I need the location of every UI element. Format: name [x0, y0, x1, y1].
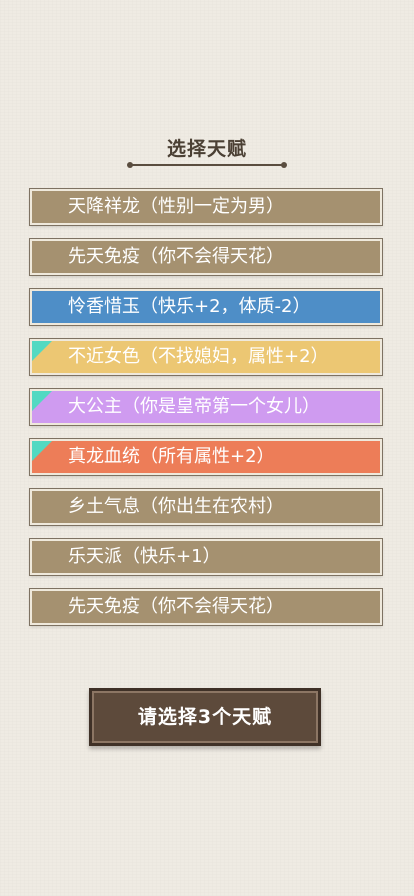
talent-label: 乐天派（快乐+1） [68, 546, 221, 567]
rarity-corner-icon [32, 341, 52, 361]
talent-label: 怜香惜玉（快乐+2，体质-2） [68, 296, 311, 317]
talent-list: 天降祥龙（性别一定为男） 先天免疫（你不会得天花） 怜香惜玉（快乐+2，体质-2… [29, 188, 383, 639]
talent-label: 先天免疫（你不会得天花） [68, 246, 284, 267]
talent-option-1[interactable]: 天降祥龙（性别一定为男） [29, 188, 383, 226]
talent-label: 大公主（你是皇帝第一个女儿） [68, 396, 320, 417]
talent-label: 不近女色（不找媳妇，属性+2） [68, 346, 329, 367]
talent-option-5[interactable]: 大公主（你是皇帝第一个女儿） [29, 388, 383, 426]
talent-option-2[interactable]: 先天免疫（你不会得天花） [29, 238, 383, 276]
talent-option-6[interactable]: 真龙血统（所有属性+2） [29, 438, 383, 476]
page-title: 选择天赋 [166, 138, 247, 160]
talent-label: 先天免疫（你不会得天花） [68, 596, 284, 617]
rarity-corner-icon [32, 391, 52, 411]
title-container: 选择天赋 [0, 134, 414, 161]
title-underline-divider [127, 162, 287, 168]
rarity-corner-icon [32, 441, 52, 461]
talent-option-7[interactable]: 乡土气息（你出生在农村） [29, 488, 383, 526]
talent-option-9[interactable]: 先天免疫（你不会得天花） [29, 588, 383, 626]
talent-label: 真龙血统（所有属性+2） [68, 446, 275, 467]
talent-option-4[interactable]: 不近女色（不找媳妇，属性+2） [29, 338, 383, 376]
talent-label: 乡土气息（你出生在农村） [68, 496, 284, 517]
confirm-select-button[interactable]: 请选择3个天赋 [89, 688, 321, 746]
talent-option-3[interactable]: 怜香惜玉（快乐+2，体质-2） [29, 288, 383, 326]
talent-option-8[interactable]: 乐天派（快乐+1） [29, 538, 383, 576]
talent-label: 天降祥龙（性别一定为男） [68, 196, 284, 217]
